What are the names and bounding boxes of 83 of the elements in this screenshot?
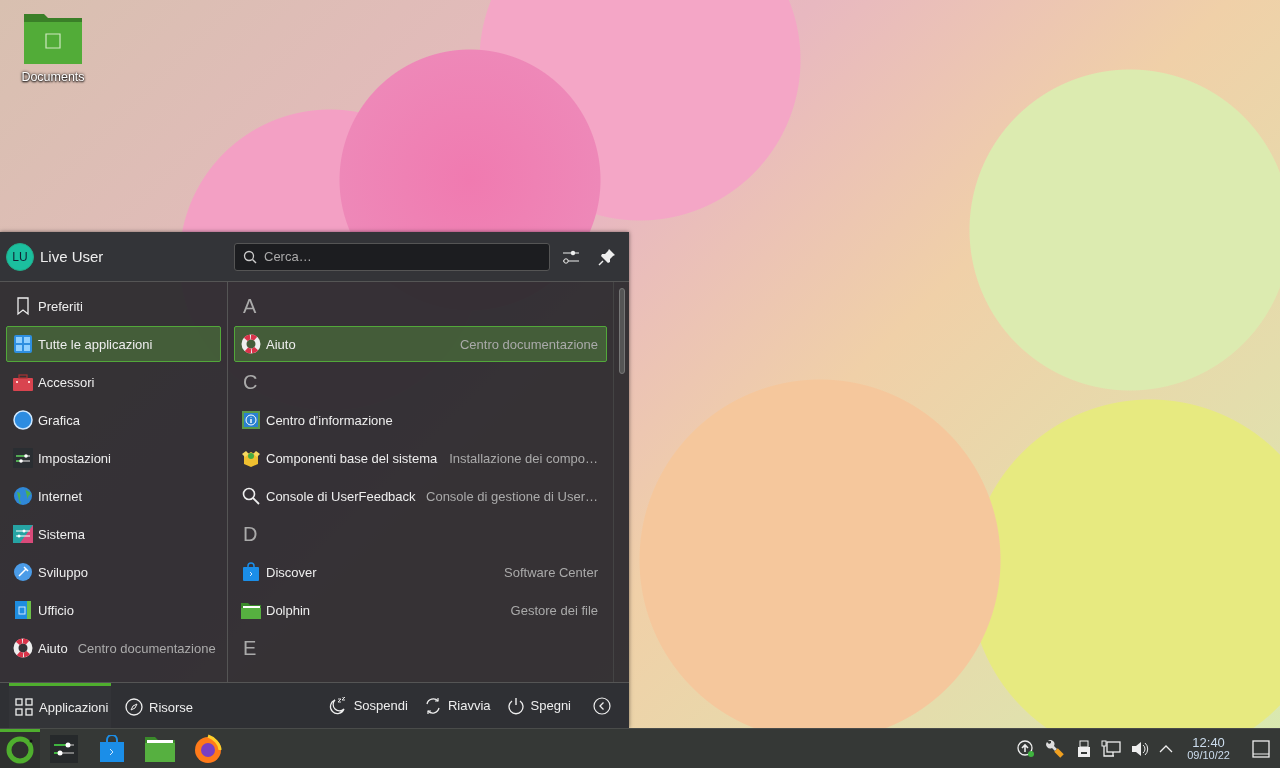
app-name: Aiuto [266, 336, 296, 352]
circle-icon [12, 410, 34, 430]
section-letter: E [242, 635, 258, 661]
scrollbar-thumb[interactable] [618, 288, 625, 374]
launcher-button[interactable] [0, 729, 40, 768]
category-label: Accessori [38, 374, 95, 390]
app-item[interactable]: Centro d'informazione [234, 402, 607, 438]
category-item[interactable]: Tutte le applicazioni [6, 326, 221, 362]
category-item[interactable]: Ufficio [6, 592, 221, 628]
show-desktop-icon[interactable] [1252, 739, 1270, 758]
update-icon[interactable] [1017, 739, 1036, 758]
pin-icon [598, 247, 616, 266]
power-icon [506, 696, 525, 715]
app-item[interactable]: Componenti base del sistema Installazione dei compo… [234, 440, 607, 476]
app-name: Dolphin [266, 602, 311, 618]
compass-icon [125, 698, 143, 716]
app-name: Discover [266, 564, 317, 580]
app-item[interactable]: Aiuto Centro documentazione [234, 326, 607, 362]
toolbox-icon [12, 372, 34, 392]
network-icon[interactable] [1101, 739, 1122, 758]
user-name: Live User [40, 248, 104, 265]
category-item[interactable]: Preferiti [6, 288, 221, 324]
clock-time[interactable]: 12:40 [1192, 735, 1225, 750]
category-item[interactable]: Impostazioni [6, 440, 221, 476]
app-name: Componenti base del sistema [266, 450, 438, 466]
category-item[interactable]: Accessori [6, 364, 221, 400]
category-item[interactable]: Internet [6, 478, 221, 514]
grid-icon [12, 334, 34, 354]
category-description: Centro documentazione [77, 640, 216, 656]
globe-icon [12, 486, 34, 506]
category-item[interactable]: Sviluppo [6, 554, 221, 590]
category-label: Sistema [38, 526, 85, 542]
category-label: Sviluppo [38, 564, 88, 580]
app-description: Installazione dei compo… [449, 450, 599, 466]
settings-panel-icon [12, 524, 34, 544]
app-item[interactable]: Console di UserFeedback Console di gestione di User… [234, 478, 607, 514]
app-name: Console di UserFeedback [266, 488, 416, 504]
app-name: Centro d'informazione [266, 412, 393, 428]
chevron-left-icon [593, 696, 611, 715]
speaker-icon[interactable] [1131, 739, 1150, 758]
info-icon [240, 410, 262, 430]
category-label: Tutte le applicazioni [38, 336, 153, 352]
category-label: Grafica [38, 412, 80, 428]
category-label: Ufficio [38, 602, 74, 618]
app-item[interactable]: Dolphin Gestore dei file [234, 592, 607, 628]
app-item[interactable]: Discover Software Center [234, 554, 607, 590]
search-icon [240, 486, 262, 506]
search-field[interactable]: Cerca… [234, 242, 550, 271]
power-action-button[interactable]: Spegni [498, 683, 579, 728]
category-item[interactable]: Sistema [6, 516, 221, 552]
app-description: Console di gestione di User… [426, 488, 599, 504]
power-action-button[interactable]: Riavvia [415, 683, 499, 728]
category-label: Preferiti [38, 298, 83, 314]
category-label: Internet [38, 488, 83, 504]
moon-sleep-icon [327, 696, 348, 715]
section-letter: A [242, 293, 258, 319]
caret-up-icon[interactable] [1159, 743, 1174, 754]
section-letter: C [242, 369, 259, 395]
hammer-icon [12, 562, 34, 582]
power-action-button[interactable]: Sospendi [319, 683, 416, 728]
restart-icon [423, 696, 442, 715]
category-label: Aiuto [38, 640, 68, 656]
tab[interactable]: Applicazioni [9, 683, 111, 728]
category-item[interactable]: Grafica [6, 402, 221, 438]
category-item[interactable]: Aiuto Centro documentazione [6, 630, 221, 666]
lifebuoy-icon [12, 638, 34, 658]
category-label: Impostazioni [38, 450, 111, 466]
app-description: Software Center [504, 564, 599, 580]
document-icon [12, 600, 34, 620]
box-icon [240, 448, 262, 468]
clock-date[interactable]: 09/10/22 [1187, 749, 1230, 762]
lifebuoy-icon [240, 334, 262, 354]
app-description: Gestore dei file [510, 602, 599, 618]
sliders-icon [562, 248, 580, 265]
shopping-bag-icon [240, 562, 262, 582]
sliders-icon [12, 448, 34, 468]
user-avatar[interactable]: LU [6, 242, 34, 271]
app-description: Centro documentazione [459, 336, 599, 352]
grid-icon [15, 698, 33, 716]
section-letter: D [242, 521, 259, 547]
folder-icon [240, 600, 262, 620]
usb-drive-icon[interactable] [1077, 739, 1092, 758]
tab[interactable]: Risorse [111, 683, 208, 728]
